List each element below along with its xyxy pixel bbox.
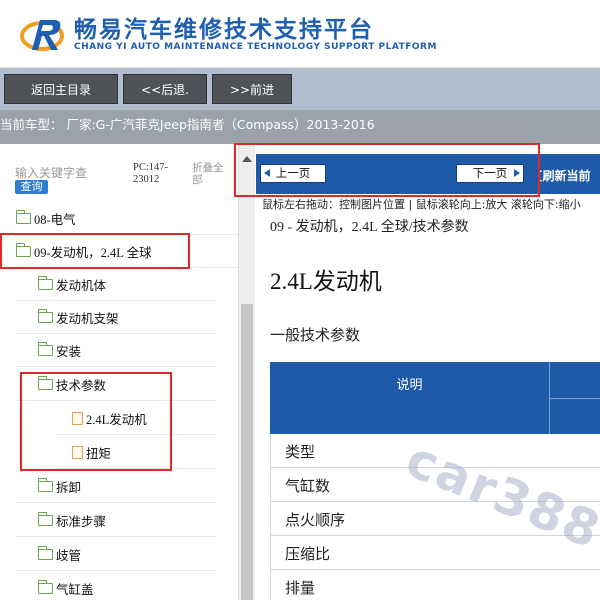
tree-item-label: 气缸盖 — [56, 582, 94, 597]
folder-icon — [37, 275, 53, 290]
tree-item-label: 技术参数 — [56, 378, 107, 393]
prev-page-button[interactable]: 上一页 — [260, 164, 326, 183]
tree-item-label: 拆卸 — [56, 480, 82, 495]
folder-icon — [37, 579, 53, 594]
arrow-left-icon — [264, 169, 270, 177]
tree-item-label: 09-发动机，2.4L 全球 — [34, 245, 152, 260]
search-row: 查询 PC:147-23012 折叠全部 — [0, 144, 238, 202]
sidebar-tree: 查询 PC:147-23012 折叠全部 08-电气 09-发动机，2.4L 全… — [0, 144, 238, 600]
table-cell: 压缩比 — [285, 547, 331, 563]
tree-item-label: 2.4L发动机 — [86, 412, 147, 427]
scroll-thumb[interactable] — [241, 304, 253, 600]
header-divider — [550, 398, 600, 399]
document-title: 2.4L发动机 — [270, 269, 382, 294]
sidebar-scrollbar[interactable] — [238, 144, 255, 600]
tree-item-label: 歧管 — [56, 548, 82, 563]
tree-item-removal[interactable]: 拆卸 — [16, 470, 216, 503]
breadcrumb: 09 - 发动机，2.4L 全球/技术参数 — [270, 220, 469, 235]
folder-icon — [15, 209, 31, 224]
tree-item-label: 标准步骤 — [56, 514, 107, 529]
tree-item-engine-24l[interactable]: 09-发动机，2.4L 全球 — [0, 235, 238, 268]
tree-item-electrical[interactable]: 08-电气 — [0, 202, 238, 235]
tree-item-label: 发动机支架 — [56, 311, 119, 326]
folder-icon — [37, 477, 53, 492]
table-cell: 点火顺序 — [285, 513, 346, 529]
app-title: 畅易汽车维修技术支持平台 — [74, 17, 374, 43]
search-button[interactable]: 查询 — [15, 180, 48, 194]
prev-page-label: 上一页 — [275, 166, 311, 180]
tree-item-label: 08-电气 — [34, 212, 76, 227]
document-icon — [72, 445, 83, 459]
document-icon — [72, 411, 83, 425]
app-subtitle: CHANG YI AUTO MAINTENANCE TECHNOLOGY SUP… — [74, 42, 437, 52]
tree-item-engine-mount[interactable]: 发动机支架 — [16, 301, 216, 334]
tree-item-torque[interactable]: 扭矩 — [56, 436, 216, 469]
tree-item-label: 安装 — [56, 344, 82, 359]
page-nav-bar: 上一页 下一页 [刷新当前 — [256, 154, 600, 194]
table-header: 说明 — [270, 362, 600, 434]
folder-icon — [37, 511, 53, 526]
column-header-description: 说明 — [270, 362, 550, 434]
table-cell: 排量 — [285, 581, 316, 597]
tree-item-label: 发动机体 — [56, 278, 107, 293]
app-header: 畅易汽车维修技术支持平台 CHANG YI AUTO MAINTENANCE T… — [0, 0, 600, 68]
current-model-bar: 当前车型： 厂家:G-广汽菲克Jeep指南者（Compass）2013-2016 — [0, 110, 600, 144]
table-row: 排量 — [270, 570, 600, 600]
tree-item-24l-engine[interactable]: 2.4L发动机 — [56, 402, 216, 435]
table-cell: 气缸数 — [285, 479, 331, 495]
scroll-up-arrow-icon[interactable] — [242, 156, 252, 162]
tree-item-cylinder-head[interactable]: 气缸盖 — [16, 572, 216, 600]
toolbar: 返回主目录 <<后退. >>前进 — [0, 68, 600, 110]
folder-icon — [37, 308, 53, 323]
history-back-button[interactable]: <<后退. — [123, 74, 207, 104]
table-cell: 类型 — [285, 445, 316, 461]
tree-item-standard-procedure[interactable]: 标准步骤 — [16, 504, 216, 537]
folder-icon — [37, 545, 53, 560]
usage-hint: 鼠标左右拖动：控制图片位置 | 鼠标滚轮向上:放大 滚轮向下:缩小 — [262, 196, 600, 213]
folder-icon — [15, 242, 31, 257]
tree-item-manifold[interactable]: 歧管 — [16, 538, 216, 571]
next-page-label: 下一页 — [472, 166, 508, 180]
current-model-text: 当前车型： 厂家:G-广汽菲克Jeep指南者（Compass）2013-2016 — [0, 117, 375, 132]
folder-icon — [37, 375, 53, 390]
next-page-button[interactable]: 下一页 — [456, 164, 524, 183]
tree-item-engine-block[interactable]: 发动机体 — [16, 268, 216, 301]
collapse-all-button[interactable]: 折叠全部 — [192, 162, 232, 186]
section-heading: 一般技术参数 — [270, 328, 361, 344]
folder-icon — [37, 341, 53, 356]
tree-item-installation[interactable]: 安装 — [16, 334, 216, 367]
history-forward-button[interactable]: >>前进 — [212, 74, 292, 104]
tree-item-label: 扭矩 — [86, 446, 112, 461]
refresh-current-button[interactable]: [刷新当前 — [537, 167, 591, 184]
pc-code-label: PC:147-23012 — [133, 162, 169, 185]
arrow-right-icon — [514, 169, 520, 177]
back-to-main-button[interactable]: 返回主目录 — [4, 74, 118, 104]
brand-logo-icon — [20, 20, 64, 51]
tree-item-tech-specs[interactable]: 技术参数 — [16, 368, 216, 401]
